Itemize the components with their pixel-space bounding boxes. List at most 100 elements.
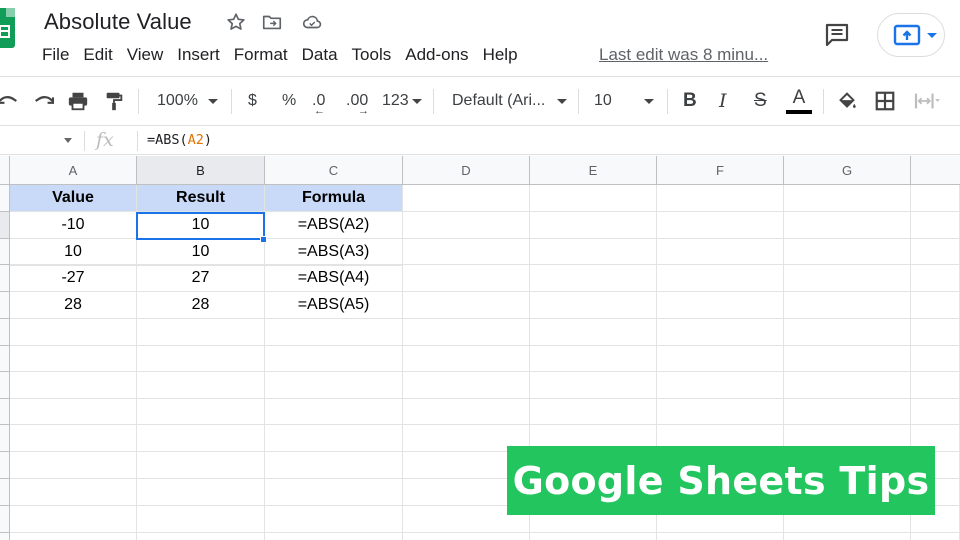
row-header-10[interactable] — [0, 425, 10, 452]
grid-cell[interactable] — [137, 346, 265, 372]
row-header-8[interactable] — [0, 372, 10, 399]
row-header-3[interactable] — [0, 239, 10, 265]
grid-cell[interactable] — [657, 212, 784, 239]
grid-cell[interactable] — [530, 533, 657, 540]
grid-cell[interactable] — [784, 265, 911, 292]
menu-addons[interactable]: Add-ons — [405, 45, 468, 65]
number-format-select[interactable]: 123 — [382, 77, 422, 125]
row-header-4[interactable] — [0, 265, 10, 292]
header-cell-formula[interactable]: Formula — [265, 185, 403, 212]
grid-cell[interactable] — [530, 319, 657, 346]
zoom-select[interactable]: 100% — [157, 77, 218, 125]
grid-cell[interactable] — [911, 292, 960, 319]
grid-cell[interactable] — [657, 239, 784, 265]
cell-c3[interactable]: =ABS(A3) — [265, 239, 403, 266]
grid-cell[interactable] — [911, 533, 960, 540]
menu-edit[interactable]: Edit — [83, 45, 112, 65]
column-header-f[interactable]: F — [657, 156, 784, 185]
last-edit-link[interactable]: Last edit was 8 minu... — [599, 45, 768, 65]
increase-decimal-button[interactable]: .00 → — [346, 77, 369, 125]
grid-cell[interactable] — [265, 479, 403, 506]
grid-cell[interactable] — [657, 185, 784, 212]
grid-cell[interactable] — [784, 212, 911, 239]
comment-history-icon[interactable] — [822, 20, 852, 50]
grid-cell[interactable] — [911, 212, 960, 239]
column-header-c[interactable]: C — [265, 156, 403, 185]
grid-cell[interactable] — [911, 372, 960, 399]
grid-cell[interactable] — [530, 185, 657, 212]
fill-handle[interactable] — [260, 236, 267, 243]
grid-cell[interactable] — [784, 185, 911, 212]
grid-cell[interactable] — [403, 372, 530, 399]
grid-cell[interactable] — [265, 425, 403, 452]
grid-cell[interactable] — [784, 533, 911, 540]
column-header-g[interactable]: G — [784, 156, 911, 185]
grid-cell[interactable] — [911, 185, 960, 212]
cell-c2[interactable]: =ABS(A2) — [265, 212, 403, 239]
grid-cell[interactable] — [911, 265, 960, 292]
grid-cell[interactable] — [403, 185, 530, 212]
sheets-logo-icon[interactable] — [0, 8, 15, 48]
menu-tools[interactable]: Tools — [352, 45, 392, 65]
grid-cell[interactable] — [403, 399, 530, 425]
text-color-button[interactable]: A — [786, 77, 812, 125]
cell-a5[interactable]: 28 — [10, 292, 137, 319]
row-header-9[interactable] — [0, 399, 10, 425]
grid-cell[interactable] — [137, 399, 265, 425]
cell-a4[interactable]: -27 — [10, 265, 137, 292]
grid-cell[interactable] — [784, 319, 911, 346]
cell-b3[interactable]: 10 — [137, 239, 265, 266]
grid-cell[interactable] — [137, 533, 265, 540]
row-header-5[interactable] — [0, 292, 10, 319]
grid-cell[interactable] — [10, 372, 137, 399]
print-icon[interactable] — [67, 77, 89, 125]
grid-cell[interactable] — [265, 452, 403, 479]
row-header-11[interactable] — [0, 452, 10, 479]
grid-cell[interactable] — [657, 292, 784, 319]
cell-b2[interactable]: 10 — [137, 212, 265, 239]
grid-cell[interactable] — [530, 372, 657, 399]
fill-color-icon[interactable] — [836, 77, 858, 125]
grid-cell[interactable] — [265, 372, 403, 399]
grid-cell[interactable] — [911, 399, 960, 425]
grid-cell[interactable] — [657, 265, 784, 292]
column-header-h[interactable] — [911, 156, 960, 185]
grid-cell[interactable] — [403, 265, 530, 292]
grid-cell[interactable] — [784, 346, 911, 372]
column-header-a[interactable]: A — [10, 156, 137, 185]
grid-cell[interactable] — [911, 239, 960, 265]
grid-cell[interactable] — [10, 399, 137, 425]
cloud-saved-icon[interactable] — [300, 10, 324, 34]
menu-help[interactable]: Help — [483, 45, 518, 65]
grid-cell[interactable] — [137, 452, 265, 479]
grid-cell[interactable] — [403, 319, 530, 346]
grid-cell[interactable] — [137, 319, 265, 346]
star-icon[interactable] — [224, 10, 248, 34]
cell-a3[interactable]: 10 — [10, 239, 137, 266]
row-header-14[interactable] — [0, 533, 10, 540]
cell-c5[interactable]: =ABS(A5) — [265, 292, 403, 319]
cell-b5[interactable]: 28 — [137, 292, 265, 319]
grid-cell[interactable] — [10, 425, 137, 452]
row-header-12[interactable] — [0, 479, 10, 506]
row-header-13[interactable] — [0, 506, 10, 533]
menu-format[interactable]: Format — [234, 45, 288, 65]
row-header-7[interactable] — [0, 346, 10, 372]
menu-insert[interactable]: Insert — [177, 45, 220, 65]
column-header-e[interactable]: E — [530, 156, 657, 185]
grid-cell[interactable] — [784, 372, 911, 399]
currency-format-button[interactable]: $ — [248, 77, 257, 125]
grid-cell[interactable] — [265, 319, 403, 346]
grid-cell[interactable] — [403, 346, 530, 372]
decrease-decimal-button[interactable]: .0 ← — [312, 77, 325, 125]
grid-cell[interactable] — [10, 533, 137, 540]
select-all-corner[interactable] — [0, 156, 10, 185]
cell-a2[interactable]: -10 — [10, 212, 137, 239]
grid-cell[interactable] — [403, 533, 530, 540]
grid-cell[interactable] — [403, 239, 530, 265]
grid-cell[interactable] — [530, 292, 657, 319]
grid-cell[interactable] — [657, 533, 784, 540]
strikethrough-button[interactable]: S — [754, 77, 767, 125]
grid-cell[interactable] — [530, 346, 657, 372]
grid-cell[interactable] — [265, 346, 403, 372]
